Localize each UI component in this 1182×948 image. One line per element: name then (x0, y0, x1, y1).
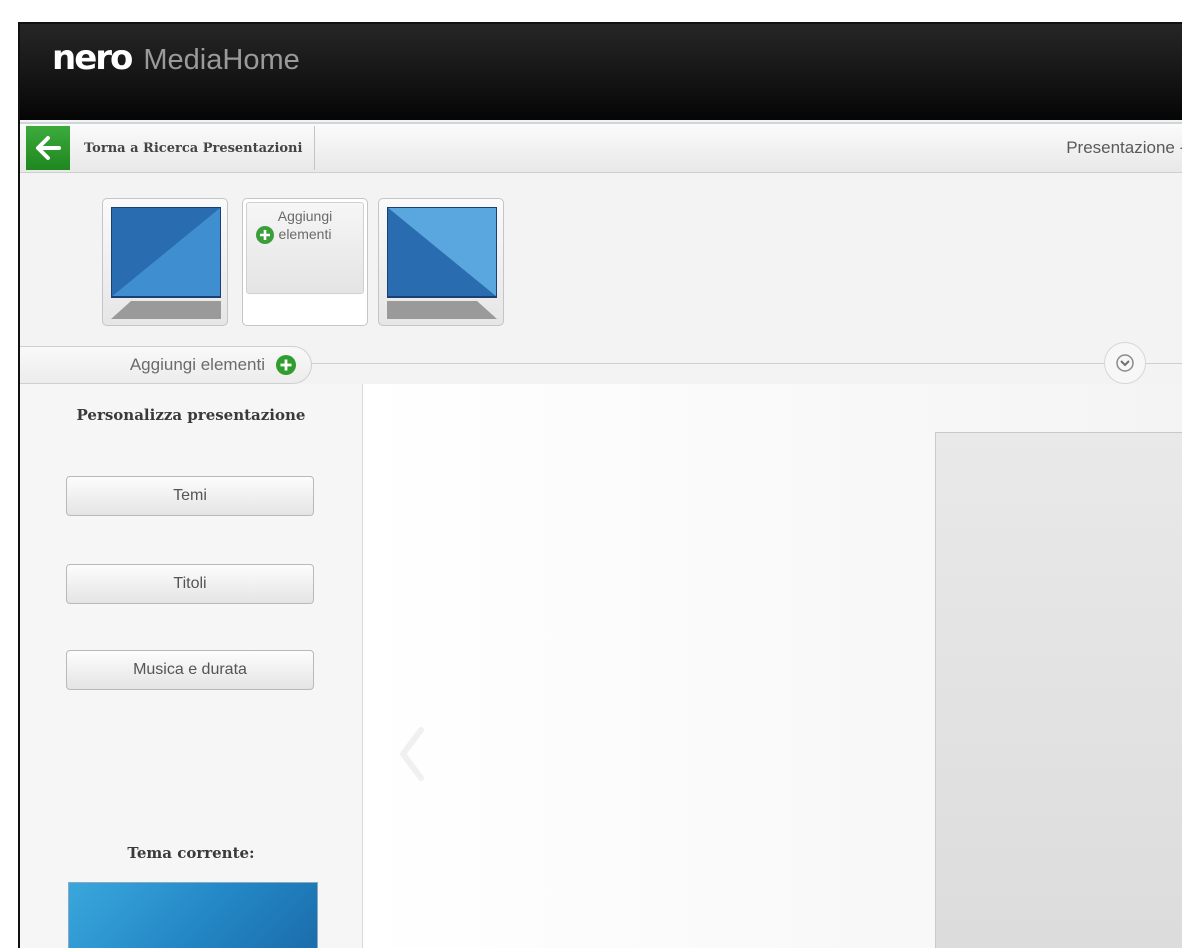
brand-logo: nero MediaHome (52, 38, 300, 78)
slide-thumbnail[interactable] (102, 198, 228, 326)
title-bar: nero MediaHome (20, 24, 1182, 120)
add-items-tile-top: Aggiungi elementi (246, 202, 364, 294)
arrow-left-icon (36, 136, 61, 160)
back-button[interactable] (26, 126, 70, 170)
slide-preview-image (387, 207, 497, 319)
plus-circle-icon (256, 226, 274, 244)
chevron-left-icon[interactable] (397, 724, 427, 784)
add-items-tile[interactable]: Aggiungi elementi (242, 198, 368, 326)
thumbnail-strip: Aggiungi elementi Aggiungi elementi (20, 172, 1182, 384)
slide-thumbnail[interactable] (378, 198, 504, 326)
music-duration-button[interactable]: Musica e durata (66, 650, 314, 690)
main-content (363, 384, 1182, 948)
brand-nero: nero (52, 38, 133, 78)
panel-title: Personalizza presentazione (76, 406, 306, 424)
add-items-button-label: Aggiungi elementi (129, 355, 265, 374)
chevron-down-icon (1116, 354, 1134, 372)
back-link[interactable]: Torna a Ricerca Presentazioni (70, 126, 316, 170)
navigation-bar: Torna a Ricerca Presentazioni Presentazi… (20, 122, 1182, 173)
page-title: Presentazione - Esta (1066, 138, 1182, 157)
collapse-strip-button[interactable] (1104, 342, 1146, 384)
themes-button[interactable]: Temi (66, 476, 314, 516)
slide-preview-area (935, 432, 1182, 948)
add-items-tile-label: Aggiungi elementi (277, 208, 333, 242)
add-items-button[interactable]: Aggiungi elementi (20, 346, 312, 384)
current-theme-label: Tema corrente: (127, 844, 255, 862)
customize-panel: Personalizza presentazione Temi Titoli M… (20, 384, 363, 948)
current-theme-preview[interactable] (68, 882, 318, 948)
brand-product-name: MediaHome (143, 44, 300, 76)
plus-circle-icon (276, 355, 296, 375)
titles-button[interactable]: Titoli (66, 564, 314, 604)
strip-divider (300, 363, 1182, 364)
slide-preview-image (111, 207, 221, 319)
app-window: nero MediaHome Torna a Ricerca Presentaz… (18, 22, 1182, 948)
